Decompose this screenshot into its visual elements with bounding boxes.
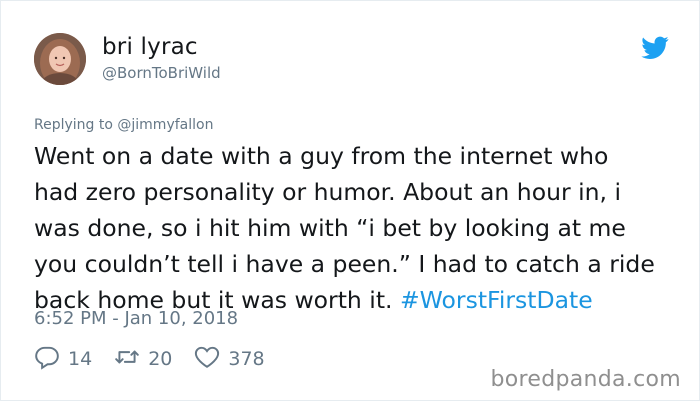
retweet-count: 20 (148, 348, 173, 370)
replying-to-prefix: Replying to (34, 117, 118, 133)
watermark: boredpanda.com (490, 367, 681, 392)
tweet-line: you couldn’t tell i have a peen.” I had … (34, 250, 655, 278)
tweet-line: had zero personality or humor. About an … (34, 178, 621, 206)
tweet-line: was done, so i hit him with “i bet by lo… (34, 214, 626, 242)
tweet-actions: 14 20 378 (34, 344, 287, 374)
retweet-icon (114, 344, 140, 374)
reply-mention-link[interactable]: @jimmyfallon (117, 117, 213, 133)
like-count: 378 (228, 348, 265, 370)
avatar-image (34, 33, 86, 85)
hashtag-link[interactable]: #WorstFirstDate (400, 286, 593, 314)
replying-to: Replying to @jimmyfallon (34, 117, 213, 133)
display-name[interactable]: bri lyrac (102, 34, 198, 60)
reply-button[interactable]: 14 (34, 344, 92, 374)
tweet-line: Went on a date with a guy from the inter… (34, 142, 609, 170)
like-button[interactable]: 378 (194, 344, 265, 374)
retweet-button[interactable]: 20 (114, 344, 172, 374)
tweet-timestamp[interactable]: 6:52 PM - Jan 10, 2018 (34, 308, 238, 329)
user-handle[interactable]: @BornToBriWild (102, 64, 221, 82)
twitter-bird-icon[interactable] (641, 36, 669, 60)
tweet-card: bri lyrac @BornToBriWild Replying to @ji… (0, 0, 700, 401)
reply-count: 14 (68, 348, 93, 370)
reply-icon (34, 344, 60, 374)
tweet-text: Went on a date with a guy from the inter… (34, 138, 674, 318)
avatar[interactable] (34, 33, 86, 85)
like-icon (194, 344, 220, 374)
